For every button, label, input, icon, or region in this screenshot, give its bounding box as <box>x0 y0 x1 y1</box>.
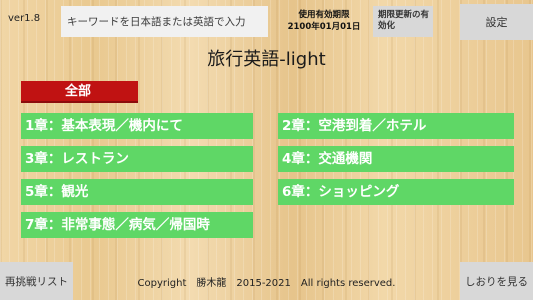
chapter-6-button[interactable]: 6章：ショッピング <box>278 179 514 205</box>
expiry-date: 2100年01月01日 <box>287 22 361 32</box>
expiry-info: 使用有効期限 2100年01月01日 <box>282 9 366 33</box>
version-label: ver1.8 <box>8 13 41 24</box>
chapter-5-button[interactable]: 5章：観光 <box>21 179 253 205</box>
view-bookmarks-button[interactable]: しおりを見る <box>460 262 533 300</box>
chapter-1-button[interactable]: 1章：基本表現／機内にて <box>21 113 253 139</box>
page-title: 旅行英語-light <box>207 49 326 70</box>
retry-list-button[interactable]: 再挑戦リスト <box>0 262 73 300</box>
search-input[interactable] <box>61 6 268 37</box>
chapter-7-button[interactable]: 7章：非常事態／病気／帰国時 <box>21 212 253 238</box>
chapter-2-button[interactable]: 2章：空港到着／ホテル <box>278 113 514 139</box>
chapter-4-button[interactable]: 4章：交通機関 <box>278 146 514 172</box>
renew-expiry-button[interactable]: 期限更新の有効化 <box>373 6 433 37</box>
copyright-text: Copyright 勝木龍 2015-2021 All rights reser… <box>137 278 396 289</box>
expiry-label: 使用有効期限 <box>298 10 350 20</box>
all-chapters-button[interactable]: 全部 <box>21 81 138 103</box>
settings-button[interactable]: 設定 <box>460 4 533 40</box>
chapter-3-button[interactable]: 3章：レストラン <box>21 146 253 172</box>
